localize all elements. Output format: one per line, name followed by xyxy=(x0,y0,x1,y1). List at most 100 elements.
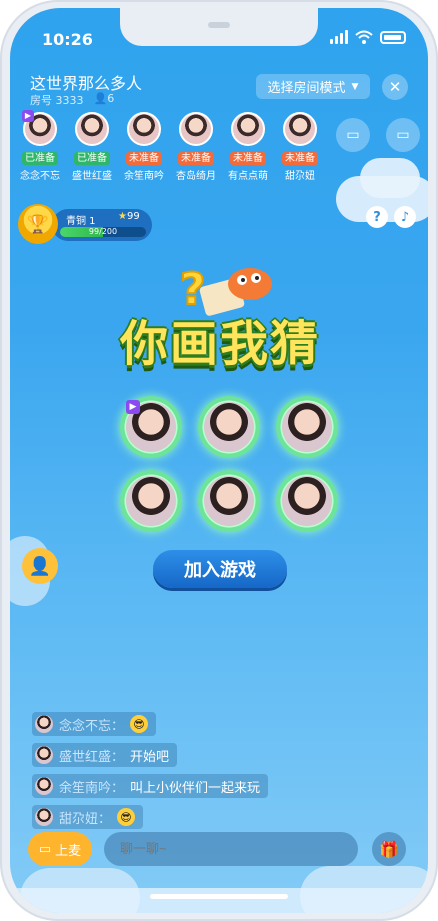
seat-status-badge: 未准备 xyxy=(230,152,266,165)
avatar xyxy=(127,112,161,146)
seat-status-badge: 已准备 xyxy=(74,152,110,165)
avatar xyxy=(231,112,265,146)
avatar xyxy=(282,402,332,452)
seat-5[interactable]: 未准备 有点点萌 xyxy=(224,112,272,182)
chat-sender: 念念不忘： xyxy=(59,718,125,734)
chat-sender: 盛世红盛： xyxy=(59,749,125,765)
chat-log: 念念不忘： 😎 盛世红盛： 开始吧 余笙南吟： 叫上小伙伴们一起来玩 甜尕妞： … xyxy=(32,712,292,836)
player-slot[interactable]: ▶ xyxy=(120,396,182,458)
chat-input[interactable] xyxy=(104,832,358,866)
avatar xyxy=(204,402,254,452)
level-progress-bar: 99/200 xyxy=(60,227,146,237)
level-star-count: 99 xyxy=(126,211,140,222)
online-count-group: 👤6 xyxy=(94,92,115,108)
notch xyxy=(120,8,318,46)
cloud-decoration xyxy=(20,868,140,913)
mode-button-label: 选择房间模式 xyxy=(267,81,346,96)
room-meta: 房号 3333 👤6 xyxy=(30,92,114,108)
seat-name: 念念不忘 xyxy=(20,171,60,182)
home-indicator xyxy=(150,894,288,899)
chat-text: 叫上小伙伴们一起来玩 xyxy=(130,780,261,796)
level-box: 青铜 1 ★99 99/200 xyxy=(52,209,152,241)
signal-icon xyxy=(330,30,348,44)
seat-status-badge: 未准备 xyxy=(282,152,318,165)
seat-name: 杏岛绮月 xyxy=(176,171,216,182)
trophy-icon: 🏆 xyxy=(18,204,58,244)
status-icons xyxy=(330,30,406,44)
player-slot[interactable] xyxy=(198,470,260,532)
gift-icon: 🎁 xyxy=(379,839,399,859)
gift-button[interactable]: 🎁 xyxy=(372,832,406,866)
seat-name: 甜尕妞 xyxy=(285,171,315,182)
close-room-button[interactable]: ✕ xyxy=(382,74,408,100)
bottom-bar: ▭ 上麦 🎁 xyxy=(28,832,410,868)
help-button[interactable]: ? xyxy=(366,206,388,228)
seat-6[interactable]: 未准备 甜尕妞 xyxy=(276,112,324,182)
sofa-icon: ▭ xyxy=(346,127,360,143)
take-mic-button[interactable]: ▭ 上麦 xyxy=(28,832,92,866)
screen: 10:26 这世界那么多人 房号 3333 👤6 选择房间模式 ▼ ✕ ▶ 已准… xyxy=(10,8,428,913)
seat-status-badge: 已准备 xyxy=(22,152,58,165)
status-time: 10:26 xyxy=(42,30,93,49)
sunglasses-emoji-icon: 😎 xyxy=(130,715,149,733)
avatar xyxy=(126,476,176,526)
level-progress-text: 99/200 xyxy=(88,227,118,236)
seat-4[interactable]: 未准备 杏岛绮月 xyxy=(172,112,220,182)
online-count: 6 xyxy=(107,92,115,105)
seat-status-badge: 未准备 xyxy=(126,152,162,165)
avatar xyxy=(75,112,109,146)
level-name: 青铜 1 xyxy=(66,216,96,227)
player-slot[interactable] xyxy=(276,396,338,458)
seat-row: ▶ 已准备 念念不忘 已准备 盛世红盛 未准备 余笙南吟 未准备 杏岛绮月 未准… xyxy=(10,110,428,182)
chat-text: 开始吧 xyxy=(130,749,170,765)
player-slots: ▶ xyxy=(108,396,340,536)
cloud-decoration xyxy=(300,866,428,913)
chat-sender: 余笙南吟： xyxy=(59,780,125,796)
speaker-grille xyxy=(208,22,230,28)
sunglasses-emoji-icon: 😎 xyxy=(117,808,136,826)
seat-name: 有点点萌 xyxy=(228,171,268,182)
seat-1[interactable]: ▶ 已准备 念念不忘 xyxy=(16,110,64,182)
mic-button-label: 上麦 xyxy=(55,843,82,859)
avatar xyxy=(35,715,53,733)
chat-sender: 甜尕妞： xyxy=(59,811,112,827)
avatar xyxy=(35,746,53,764)
empty-seat[interactable]: ▭ xyxy=(336,118,370,152)
add-friend-button[interactable]: 👤 xyxy=(22,548,58,584)
level-stars: ★99 xyxy=(118,211,140,222)
phone-frame: 10:26 这世界那么多人 房号 3333 👤6 选择房间模式 ▼ ✕ ▶ 已准… xyxy=(0,0,438,921)
select-room-mode-button[interactable]: 选择房间模式 ▼ xyxy=(256,74,370,99)
chat-message: 余笙南吟： 叫上小伙伴们一起来玩 xyxy=(32,774,269,798)
avatar xyxy=(35,808,53,826)
game-title: 你画我猜 xyxy=(119,316,320,372)
player-slot[interactable] xyxy=(120,470,182,532)
level-card[interactable]: 青铜 1 ★99 99/200 🏆 xyxy=(18,204,153,248)
player-slot[interactable] xyxy=(276,470,338,532)
join-game-button[interactable]: 加入游戏 xyxy=(153,550,287,588)
seat-status-badge: 未准备 xyxy=(178,152,214,165)
avatar xyxy=(282,476,332,526)
avatar xyxy=(283,112,317,146)
room-title: 这世界那么多人 xyxy=(30,74,143,93)
player-slot[interactable] xyxy=(198,396,260,458)
question-icon: ? xyxy=(373,209,381,225)
caret-down-icon: ▼ xyxy=(351,81,359,92)
vip-icon: ▶ xyxy=(22,110,34,122)
seat-3[interactable]: 未准备 余笙南吟 xyxy=(120,112,168,182)
battery-icon xyxy=(380,30,406,44)
vip-icon: ▶ xyxy=(126,400,140,414)
avatar xyxy=(179,112,213,146)
music-button[interactable]: ♪ xyxy=(394,206,416,228)
empty-seat[interactable]: ▭ xyxy=(386,118,420,152)
game-logo: ? 你画我猜 xyxy=(102,252,338,388)
close-icon: ✕ xyxy=(388,78,402,96)
sofa-icon: ▭ xyxy=(396,127,410,143)
chat-message: 盛世红盛： 开始吧 xyxy=(32,743,178,767)
chat-message: 甜尕妞： 😎 xyxy=(32,805,144,829)
chat-message: 念念不忘： 😎 xyxy=(32,712,157,736)
seat-2[interactable]: 已准备 盛世红盛 xyxy=(68,112,116,182)
music-icon: ♪ xyxy=(400,209,410,225)
star-icon: ★ xyxy=(118,211,127,222)
room-id: 房号 3333 xyxy=(30,94,84,107)
wifi-icon xyxy=(355,30,373,44)
